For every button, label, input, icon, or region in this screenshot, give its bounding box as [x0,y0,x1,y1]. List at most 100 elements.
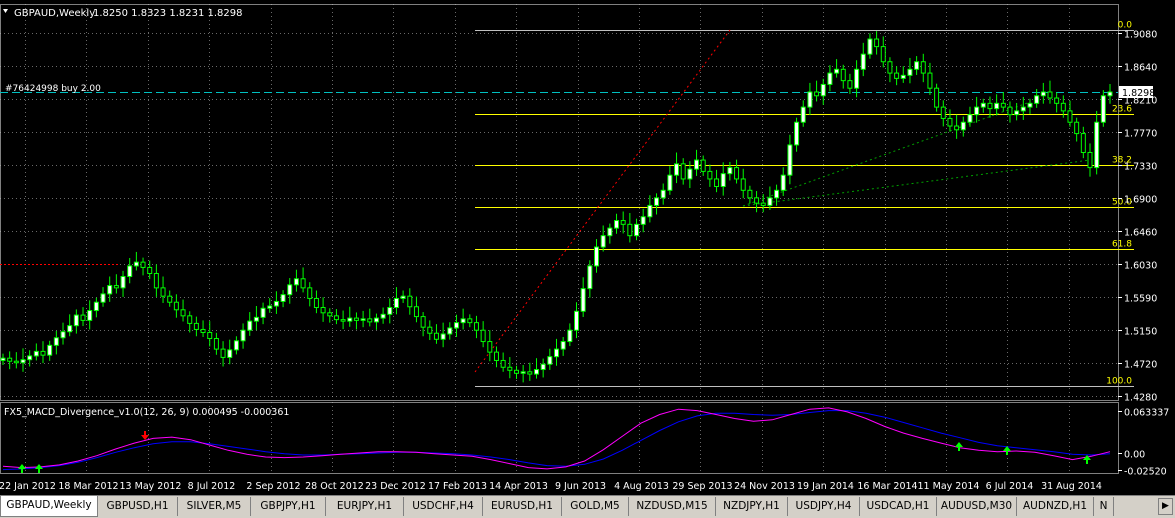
candle-body [794,121,800,146]
price-chart[interactable]: 0.023.638.250.061.8100.0 22 Jan 2012 18 M… [0,0,1175,495]
candle-body [1020,106,1026,112]
date-tick-label: 29 Sep 2013 [672,481,732,492]
candle-body [847,80,853,89]
candle-body [520,371,526,374]
candle-body [620,220,626,225]
candle-body [460,318,466,324]
date-tick-label: 16 Mar 2014 [857,481,917,492]
green-trendline[interactable] [742,159,1091,207]
chart-tab[interactable]: GBPJPY,H1 [251,497,326,516]
candle-body [560,341,566,350]
candle-body [920,61,926,74]
chart-tab[interactable]: USDCAD,H1 [860,497,937,516]
candle-body [547,356,553,365]
candle-body [1094,121,1100,169]
candle-body [1080,133,1086,153]
date-tick-label: 9 Jun 2013 [555,481,606,492]
candle-body [320,307,326,314]
candle-body [127,265,133,278]
candle-body [53,337,59,346]
candle-body [500,359,506,368]
macd-tick-label: -0.02520 [1124,467,1167,478]
candle-body [694,159,700,170]
divergence-up-arrow-icon [18,464,26,473]
candle-body [7,357,13,362]
candle-body [820,83,826,97]
chart-tab[interactable]: GBPAUD,Weekly [0,496,98,517]
green-trendline[interactable] [742,101,1031,207]
candle-body [233,340,239,351]
chart-tab[interactable]: SILVER,M5 [178,497,251,516]
candle-body [680,163,686,180]
candle-body [827,72,833,85]
candle-body [714,178,720,188]
red-trendline[interactable] [474,29,731,373]
date-tick-label: 4 Aug 2013 [614,481,669,492]
candle-body [167,295,173,303]
candle-body [720,173,726,188]
date-tick-label: 19 Jan 2014 [797,481,854,492]
chart-tab[interactable]: EURUSD,H1 [483,497,562,516]
candle-body [533,369,539,375]
axes: 22 Jan 2012 18 Mar 2012 13 May 2012 8 Jul 2… [0,30,1169,493]
chart-tab[interactable]: AUDNZD,H1 [1017,497,1094,516]
divergence-down-arrow-icon [141,431,149,440]
candle-body [760,202,766,206]
price-tick-label: 1.5150 [1124,327,1157,338]
macd-tick-label: 0.063337 [1124,408,1169,419]
candle-body [907,68,913,76]
chart-tab[interactable]: EURJPY,H1 [326,497,404,516]
date-tick-label: 13 May 2012 [120,481,182,492]
candle-body [113,285,119,289]
candle-body [607,227,613,237]
candle-body [287,284,293,296]
candle-body [13,360,19,364]
fibonacci-retracement[interactable]: 0.023.638.250.061.8100.0 [475,21,1134,387]
date-tick-label: 24 Nov 2013 [734,481,795,492]
candle-body [1000,102,1006,108]
chart-tab[interactable]: NZDUSD,M15 [629,497,716,516]
candle-body [1027,102,1033,108]
chart-tab[interactable]: USDJPY,H4 [788,497,860,516]
chart-tab[interactable]: GOLD,M5 [562,497,629,516]
candle-body [267,305,273,309]
candle-body [87,310,93,321]
candle-body [1067,110,1073,123]
candle-body [327,312,333,317]
candle-body [780,174,786,191]
chart-tab[interactable]: N [1094,497,1114,516]
candle-body [640,216,646,225]
candle-body [387,307,393,315]
chart-tab[interactable]: NZDJPY,H1 [716,497,788,516]
candle-body [40,350,46,356]
candle-body [133,261,139,267]
chevron-right-icon[interactable]: ▶ [1158,498,1173,515]
chart-tab[interactable]: AUDUSD,M30 [937,497,1017,516]
candle-body [634,223,640,237]
macd-signal-line [2,410,1111,471]
candle-body [140,261,146,268]
price-tick-label: 1.8640 [1124,63,1157,74]
candle-body [967,114,973,123]
candle-body [313,297,319,309]
chart-window[interactable]: 0.0 23.6 38.2 50.0 61.8 100.0 22 Jan 2012 18 M… [0,0,1175,495]
candle-body [420,316,426,328]
candle-body [220,348,226,358]
candle-body [180,309,186,317]
candle-body [27,355,33,361]
chart-tab[interactable]: GBPUSD,H1 [98,497,178,516]
candle-body [333,315,339,321]
candle-body [1040,91,1046,97]
price-tick-label: 1.6030 [1124,261,1157,272]
chart-tab[interactable]: USDCHF,H4 [404,497,483,516]
chart-menu-triangle-icon[interactable] [3,9,8,13]
candle-body [1054,97,1060,104]
trade-order-label[interactable]: #76424998 buy 2.00 [5,84,101,94]
candle-body [93,301,99,312]
candle-body [400,295,406,299]
date-tick-label: 6 Jul 2014 [986,481,1034,492]
candle-body [253,316,259,322]
candle-body [60,331,66,339]
candle-body [73,314,79,327]
date-tick-label: 22 Jan 2012 [0,481,56,492]
